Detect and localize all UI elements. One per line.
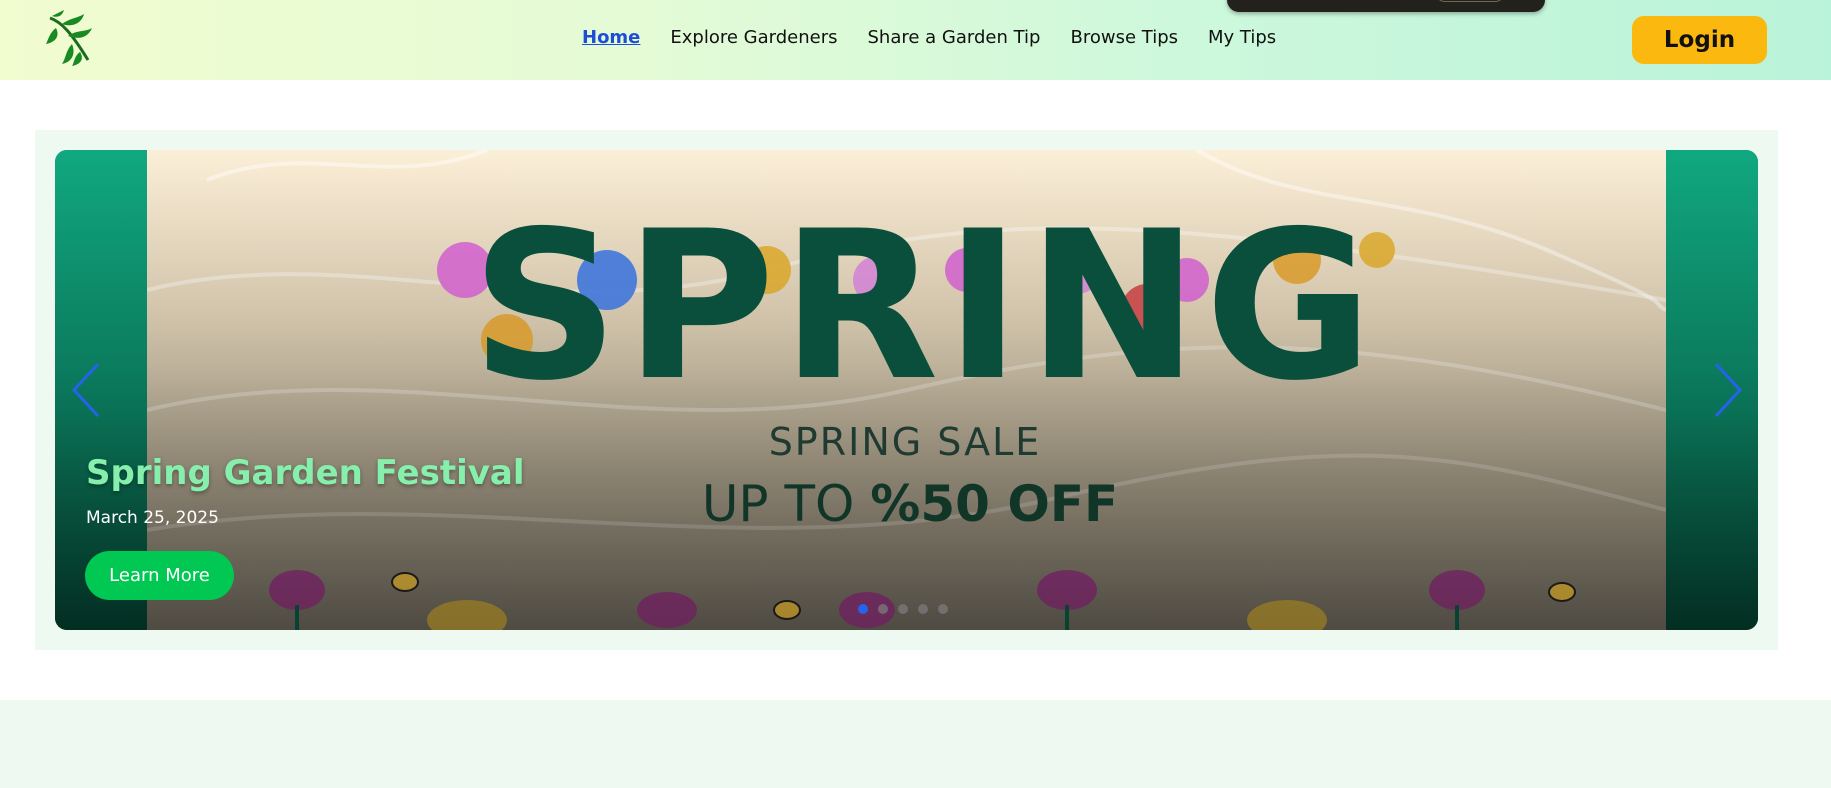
banner-sale-line: SPRING SALE [768,420,1042,464]
carousel-dot[interactable] [918,604,928,614]
main-nav: Home Explore Gardeners Share a Garden Ti… [582,27,1276,48]
learn-more-button[interactable]: Learn More [85,551,234,600]
chevron-left-icon[interactable] [70,362,102,418]
top-popup-overlay [1227,0,1545,12]
banner-discount: UP TO %50 OFF [640,475,1180,533]
slide-date: March 25, 2025 [86,508,219,528]
branch-leaves-icon[interactable] [42,10,98,66]
nav-my-tips[interactable]: My Tips [1208,27,1276,48]
next-section [0,700,1831,788]
nav-explore-gardeners[interactable]: Explore Gardeners [670,27,837,48]
slide-title: Spring Garden Festival [86,453,525,493]
carousel-dots [858,604,948,614]
nav-share-garden-tip[interactable]: Share a Garden Tip [868,27,1041,48]
carousel-dot[interactable] [938,604,948,614]
carousel-dot[interactable] [858,604,868,614]
banner-headline: SPRING [471,188,1379,426]
nav-home[interactable]: Home [582,27,640,48]
banner-discount-value: %50 OFF [870,475,1119,533]
carousel-dot[interactable] [878,604,888,614]
banner-discount-prefix: UP TO [701,475,871,533]
chevron-right-icon[interactable] [1712,362,1744,418]
login-button[interactable]: Login [1632,16,1767,64]
popup-handle [1435,0,1505,2]
site-header: Home Explore Gardeners Share a Garden Ti… [0,0,1831,80]
carousel-dot[interactable] [898,604,908,614]
nav-browse-tips[interactable]: Browse Tips [1070,27,1178,48]
